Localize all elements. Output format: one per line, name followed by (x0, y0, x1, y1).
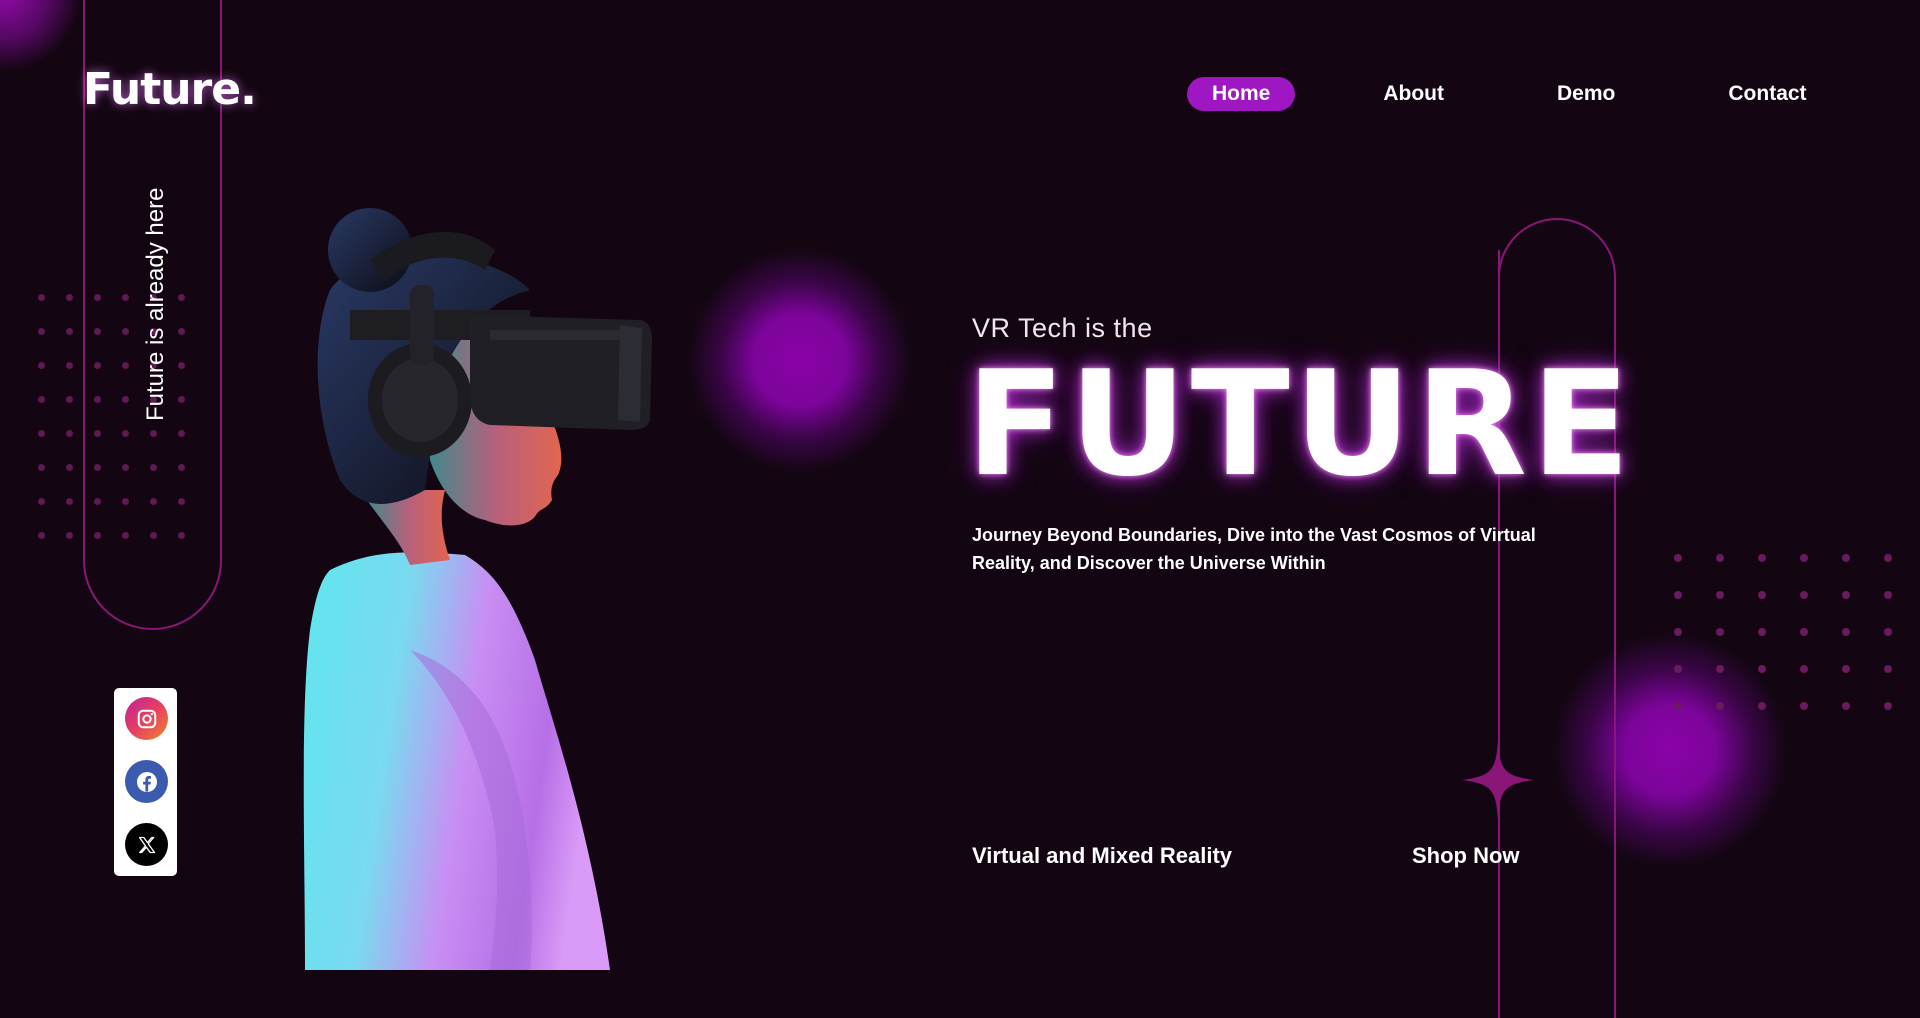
nav-item-contact[interactable]: Contact (1728, 82, 1806, 106)
decorative-dot (1800, 591, 1808, 599)
decorative-dot (66, 464, 73, 471)
decorative-dot (66, 396, 73, 403)
decorative-dot (1674, 665, 1682, 673)
decorative-dot (38, 294, 45, 301)
decorative-dot (150, 430, 157, 437)
decorative-dot (66, 362, 73, 369)
decorative-dot (150, 498, 157, 505)
decorative-dot (66, 294, 73, 301)
decorative-dot (1842, 554, 1850, 562)
decorative-dot (1842, 665, 1850, 673)
shop-now-link[interactable]: Shop Now (1412, 843, 1520, 869)
decorative-dot (38, 430, 45, 437)
decorative-dot (94, 328, 101, 335)
decorative-dot (1758, 591, 1766, 599)
decorative-dot (94, 532, 101, 539)
decorative-dot (66, 532, 73, 539)
decorative-dot (1716, 665, 1724, 673)
decorative-dot (178, 362, 185, 369)
nav-item-about[interactable]: About (1383, 82, 1444, 106)
decorative-dot (1884, 591, 1892, 599)
decorative-dot (1800, 628, 1808, 636)
decorative-dot (1758, 628, 1766, 636)
decorative-glow (0, 0, 80, 70)
decorative-dot (122, 430, 129, 437)
decorative-dot (1758, 554, 1766, 562)
decorative-dot (178, 294, 185, 301)
decorative-dot (38, 396, 45, 403)
decorative-dot (38, 498, 45, 505)
decorative-dot (122, 328, 129, 335)
decorative-dot (1758, 702, 1766, 710)
decorative-dot (122, 362, 129, 369)
decorative-dot (150, 532, 157, 539)
decorative-dot (94, 430, 101, 437)
decorative-dot (1842, 591, 1850, 599)
decorative-dot (122, 464, 129, 471)
decorative-dot (1674, 702, 1682, 710)
decorative-dot (1800, 702, 1808, 710)
decorative-dot (1674, 591, 1682, 599)
decorative-dot (1674, 554, 1682, 562)
decorative-dot (1884, 665, 1892, 673)
decorative-dot (66, 498, 73, 505)
instagram-icon[interactable] (125, 697, 168, 740)
decorative-dot (94, 362, 101, 369)
facebook-icon[interactable] (125, 760, 168, 803)
decorative-dot (1716, 702, 1724, 710)
decorative-dot (94, 498, 101, 505)
decorative-dot (150, 464, 157, 471)
decorative-dot (1674, 628, 1682, 636)
decorative-dot (38, 464, 45, 471)
decorative-dot (122, 498, 129, 505)
decorative-dot (1800, 554, 1808, 562)
decorative-dot (38, 328, 45, 335)
decorative-dot (66, 430, 73, 437)
decorative-capsule-outline (1498, 218, 1616, 1018)
vr-person-image (303, 208, 652, 970)
decorative-dot (1884, 554, 1892, 562)
decorative-dot (38, 532, 45, 539)
brand-logo[interactable]: Future. (83, 64, 257, 115)
decorative-dot (1758, 665, 1766, 673)
social-links (114, 688, 177, 876)
decorative-glow (690, 250, 910, 470)
decorative-dot (178, 328, 185, 335)
decorative-dot (94, 396, 101, 403)
nav-item-demo[interactable]: Demo (1557, 82, 1615, 106)
decorative-dot (122, 532, 129, 539)
decorative-dot (1884, 702, 1892, 710)
decorative-dot (178, 532, 185, 539)
hero-title: FUTURE (966, 340, 1635, 509)
decorative-dot-grid (1674, 554, 1892, 710)
decorative-dot (122, 294, 129, 301)
decorative-dot (178, 396, 185, 403)
decorative-dot (1842, 702, 1850, 710)
decorative-dot (66, 328, 73, 335)
hero-description: Journey Beyond Boundaries, Dive into the… (972, 525, 1536, 573)
decorative-dot (94, 294, 101, 301)
decorative-dot (1716, 554, 1724, 562)
decorative-dot (1842, 628, 1850, 636)
decorative-dot (38, 362, 45, 369)
decorative-dot (94, 464, 101, 471)
decorative-dot (1716, 591, 1724, 599)
decorative-dot (122, 396, 129, 403)
decorative-dot (1884, 628, 1892, 636)
decorative-dot (178, 498, 185, 505)
decorative-dot (178, 430, 185, 437)
decorative-dot (1716, 628, 1724, 636)
nav-item-home[interactable]: Home (1187, 77, 1296, 111)
main-nav: Home About Demo Contact (1187, 77, 1807, 111)
product-category-label: Virtual and Mixed Reality (972, 843, 1233, 868)
vertical-tagline: Future is already here (142, 187, 169, 421)
sparkle-icon (1462, 740, 1534, 820)
decorative-dot (178, 464, 185, 471)
decorative-dot (1800, 665, 1808, 673)
x-twitter-icon[interactable] (125, 823, 168, 866)
